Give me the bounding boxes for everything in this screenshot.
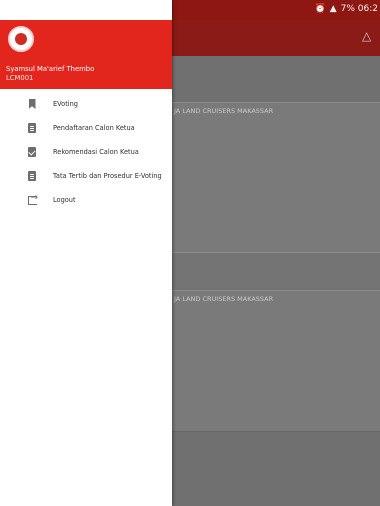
background-card: JA LAND CRUISERS MAKASSAR [172,102,380,274]
club-logo [8,26,34,52]
clipboard-icon [27,170,37,182]
background-card: JA LAND CRUISERS MAKASSAR [172,290,380,432]
background-card-header [172,252,380,294]
battery-time: 7% 06:2 [340,4,378,14]
menu-item-label: Rekomendasi Calon Ketua [53,148,139,156]
menu-item-rekomendasi[interactable]: Rekomendasi Calon Ketua [0,140,172,164]
user-id: LCM001 [6,74,34,82]
navigation-drawer: Syamsul Ma'arief Thembo LCM001 EVoting P… [0,0,172,506]
bookmark-icon [27,98,37,110]
card-description: JA LAND CRUISERS MAKASSAR [174,295,274,303]
drawer-menu: EVoting Pendaftaran Calon Ketua Rekomend… [0,92,172,212]
menu-item-logout[interactable]: Logout [0,188,172,212]
menu-item-label: Logout [53,196,76,204]
notification-icon[interactable]: △ [362,29,374,43]
drawer-header: Syamsul Ma'arief Thembo LCM001 [0,20,172,89]
clipboard-icon [27,122,37,134]
menu-item-tata-tertib[interactable]: Tata Tertib dan Prosedur E-Voting [0,164,172,188]
status-right: ⏰ ▲ 7% 06:2 [315,4,379,14]
signal-icon: ▲ [329,4,337,14]
menu-item-label: Tata Tertib dan Prosedur E-Voting [53,172,162,180]
alarm-icon: ⏰ [314,4,326,14]
menu-item-label: EVoting [53,100,78,108]
user-name: Syamsul Ma'arief Thembo [6,65,95,73]
card-description: JA LAND CRUISERS MAKASSAR [174,107,274,115]
menu-item-pendaftaran[interactable]: Pendaftaran Calon Ketua [0,116,172,140]
check-clipboard-icon [27,146,37,158]
menu-item-label: Pendaftaran Calon Ketua [53,124,135,132]
logout-icon [27,193,38,206]
menu-item-evoting[interactable]: EVoting [0,92,172,116]
